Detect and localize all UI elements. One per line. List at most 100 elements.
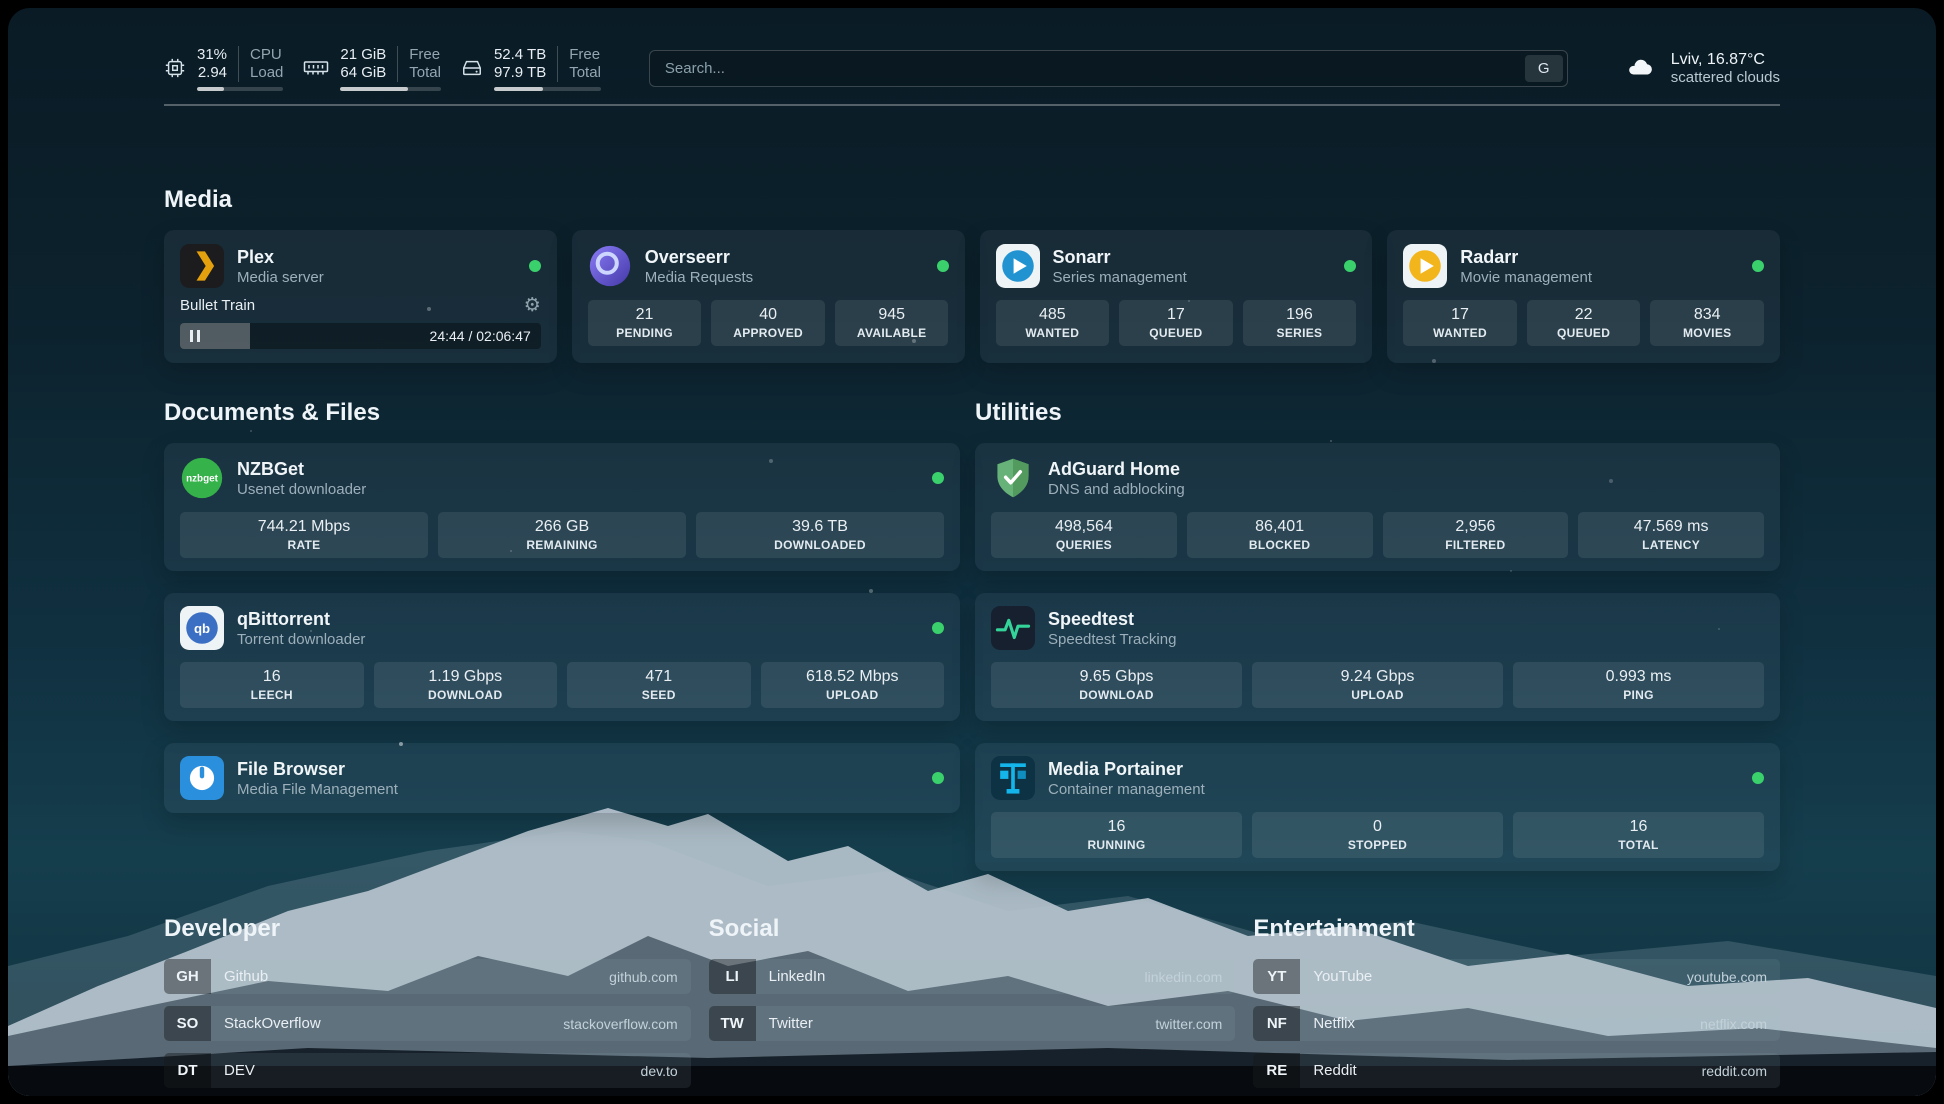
stat-value: 16 — [1517, 817, 1760, 837]
cpu-meter-fill — [197, 87, 224, 91]
cpu-widget: 31% CPU 2.94 Load — [164, 46, 283, 91]
bookmark-url: youtube.com — [1687, 969, 1780, 985]
stat-upload: 618.52 Mbps UPLOAD — [761, 662, 945, 708]
stat-label: WANTED — [1407, 326, 1513, 340]
status-dot — [932, 472, 944, 484]
memory-icon — [303, 58, 329, 78]
stat-wanted: 17 WANTED — [1403, 300, 1517, 346]
cpu-chip-icon — [164, 57, 186, 79]
stat-label: RATE — [184, 538, 424, 552]
stat-value: 16 — [995, 817, 1238, 837]
cpu-load-label: Load — [238, 64, 283, 82]
stat-label: QUEUED — [1123, 326, 1229, 340]
cpu-meter — [197, 87, 283, 91]
bookmark-name: StackOverflow — [211, 1015, 321, 1032]
service-card-adguard[interactable]: AdGuard Home DNS and adblocking 498,564 … — [975, 443, 1780, 571]
stat-value: 2,956 — [1387, 517, 1565, 537]
playback-progress-bar[interactable]: 24:44 / 02:06:47 — [180, 323, 541, 349]
radarr-icon — [1403, 244, 1447, 288]
status-dot — [1752, 772, 1764, 784]
section-title-social: Social — [709, 915, 1236, 943]
weather-widget: Lviv, 16.87°C scattered clouds — [1622, 50, 1780, 87]
service-card-speedtest[interactable]: Speedtest Speedtest Tracking 9.65 Gbps D… — [975, 593, 1780, 721]
stat-available: 945 AVAILABLE — [835, 300, 949, 346]
stat-queries: 498,564 QUERIES — [991, 512, 1177, 558]
stat-value: 9.24 Gbps — [1256, 667, 1499, 687]
bookmark-name: Twitter — [756, 1015, 813, 1032]
search-bar: G — [649, 50, 1568, 87]
stat-movies: 834 MOVIES — [1650, 300, 1764, 346]
service-name: Plex — [237, 246, 324, 268]
bookmark-github[interactable]: GH Github github.com — [164, 959, 691, 994]
overseerr-icon — [588, 244, 632, 288]
stat-label: RUNNING — [995, 838, 1238, 852]
service-card-overseerr[interactable]: Overseerr Media Requests 21 PENDING 40 A… — [572, 230, 965, 363]
stat-label: SERIES — [1247, 326, 1353, 340]
bookmark-linkedin[interactable]: LI LinkedIn linkedin.com — [709, 959, 1236, 994]
service-subtitle: Usenet downloader — [237, 480, 366, 499]
bookmarks: Developer GH Github github.com SO StackO… — [164, 915, 1780, 1088]
service-card-qbittorrent[interactable]: qb qBittorrent Torrent downloader — [164, 593, 960, 721]
service-card-filebrowser[interactable]: File Browser Media File Management — [164, 743, 960, 813]
stat-value: 744.21 Mbps — [184, 517, 424, 537]
section-title-documents: Documents & Files — [164, 399, 960, 427]
stat-label: LATENCY — [1582, 538, 1760, 552]
stat-pending: 21 PENDING — [588, 300, 702, 346]
bookmark-netflix[interactable]: NF Netflix netflix.com — [1253, 1006, 1780, 1041]
now-playing-title: Bullet Train — [180, 297, 255, 314]
stat-download: 1.19 Gbps DOWNLOAD — [374, 662, 558, 708]
disk-meter — [494, 87, 601, 91]
stat-queued: 22 QUEUED — [1527, 300, 1641, 346]
stat-filtered: 2,956 FILTERED — [1383, 512, 1569, 558]
service-card-sonarr[interactable]: Sonarr Series management 485 WANTED 17 Q… — [980, 230, 1373, 363]
bookmark-dev[interactable]: DT DEV dev.to — [164, 1053, 691, 1088]
service-card-plex[interactable]: Plex Media server Bullet Train ⚙ 24:44 /… — [164, 230, 557, 363]
disk-free-value: 52.4 TB — [494, 46, 546, 64]
stat-value: 498,564 — [995, 517, 1173, 537]
memory-total-label: Total — [397, 64, 441, 82]
pause-icon[interactable] — [190, 330, 200, 342]
service-card-nzbget[interactable]: nzbget NZBGet Usenet downloader 74 — [164, 443, 960, 571]
stat-running: 16 RUNNING — [991, 812, 1242, 858]
bookmark-twitter[interactable]: TW Twitter twitter.com — [709, 1006, 1236, 1041]
bookmark-url: netflix.com — [1700, 1016, 1780, 1032]
gear-icon[interactable]: ⚙ — [524, 296, 541, 315]
service-card-portainer[interactable]: Media Portainer Container management 16 … — [975, 743, 1780, 871]
service-name: Media Portainer — [1048, 758, 1205, 780]
disk-free-label: Free — [557, 46, 601, 64]
service-subtitle: Movie management — [1460, 268, 1592, 287]
search-provider-button[interactable]: G — [1525, 55, 1563, 82]
bookmark-url: github.com — [609, 969, 690, 985]
memory-widget: 21 GiB Free 64 GiB Total — [303, 46, 441, 91]
stat-rate: 744.21 Mbps RATE — [180, 512, 428, 558]
bookmark-url: dev.to — [641, 1063, 691, 1079]
stat-label: SEED — [571, 688, 747, 702]
bookmark-stackoverflow[interactable]: SO StackOverflow stackoverflow.com — [164, 1006, 691, 1041]
stat-value: 17 — [1407, 305, 1513, 325]
svg-text:qb: qb — [194, 621, 210, 636]
stat-label: MOVIES — [1654, 326, 1760, 340]
bookmark-youtube[interactable]: YT YouTube youtube.com — [1253, 959, 1780, 994]
service-card-radarr[interactable]: Radarr Movie management 17 WANTED 22 QUE… — [1387, 230, 1780, 363]
stat-value: 618.52 Mbps — [765, 667, 941, 687]
stat-label: REMAINING — [442, 538, 682, 552]
stat-label: AVAILABLE — [839, 326, 945, 340]
stat-value: 1.19 Gbps — [378, 667, 554, 687]
stat-label: PING — [1517, 688, 1760, 702]
bookmark-reddit[interactable]: RE Reddit reddit.com — [1253, 1053, 1780, 1088]
service-name: Sonarr — [1053, 246, 1187, 268]
service-subtitle: Media server — [237, 268, 324, 287]
section-title-developer: Developer — [164, 915, 691, 943]
status-dot — [529, 260, 541, 272]
section-title-utilities: Utilities — [975, 399, 1780, 427]
stat-value: 22 — [1531, 305, 1637, 325]
cpu-usage-label: CPU — [238, 46, 283, 64]
search-input[interactable] — [649, 50, 1568, 87]
bookmark-name: LinkedIn — [756, 968, 826, 985]
status-dot — [1344, 260, 1356, 272]
service-subtitle: Series management — [1053, 268, 1187, 287]
disk-meter-fill — [494, 87, 543, 91]
service-name: File Browser — [237, 758, 398, 780]
stat-leech: 16 LEECH — [180, 662, 364, 708]
stat-wanted: 485 WANTED — [996, 300, 1110, 346]
